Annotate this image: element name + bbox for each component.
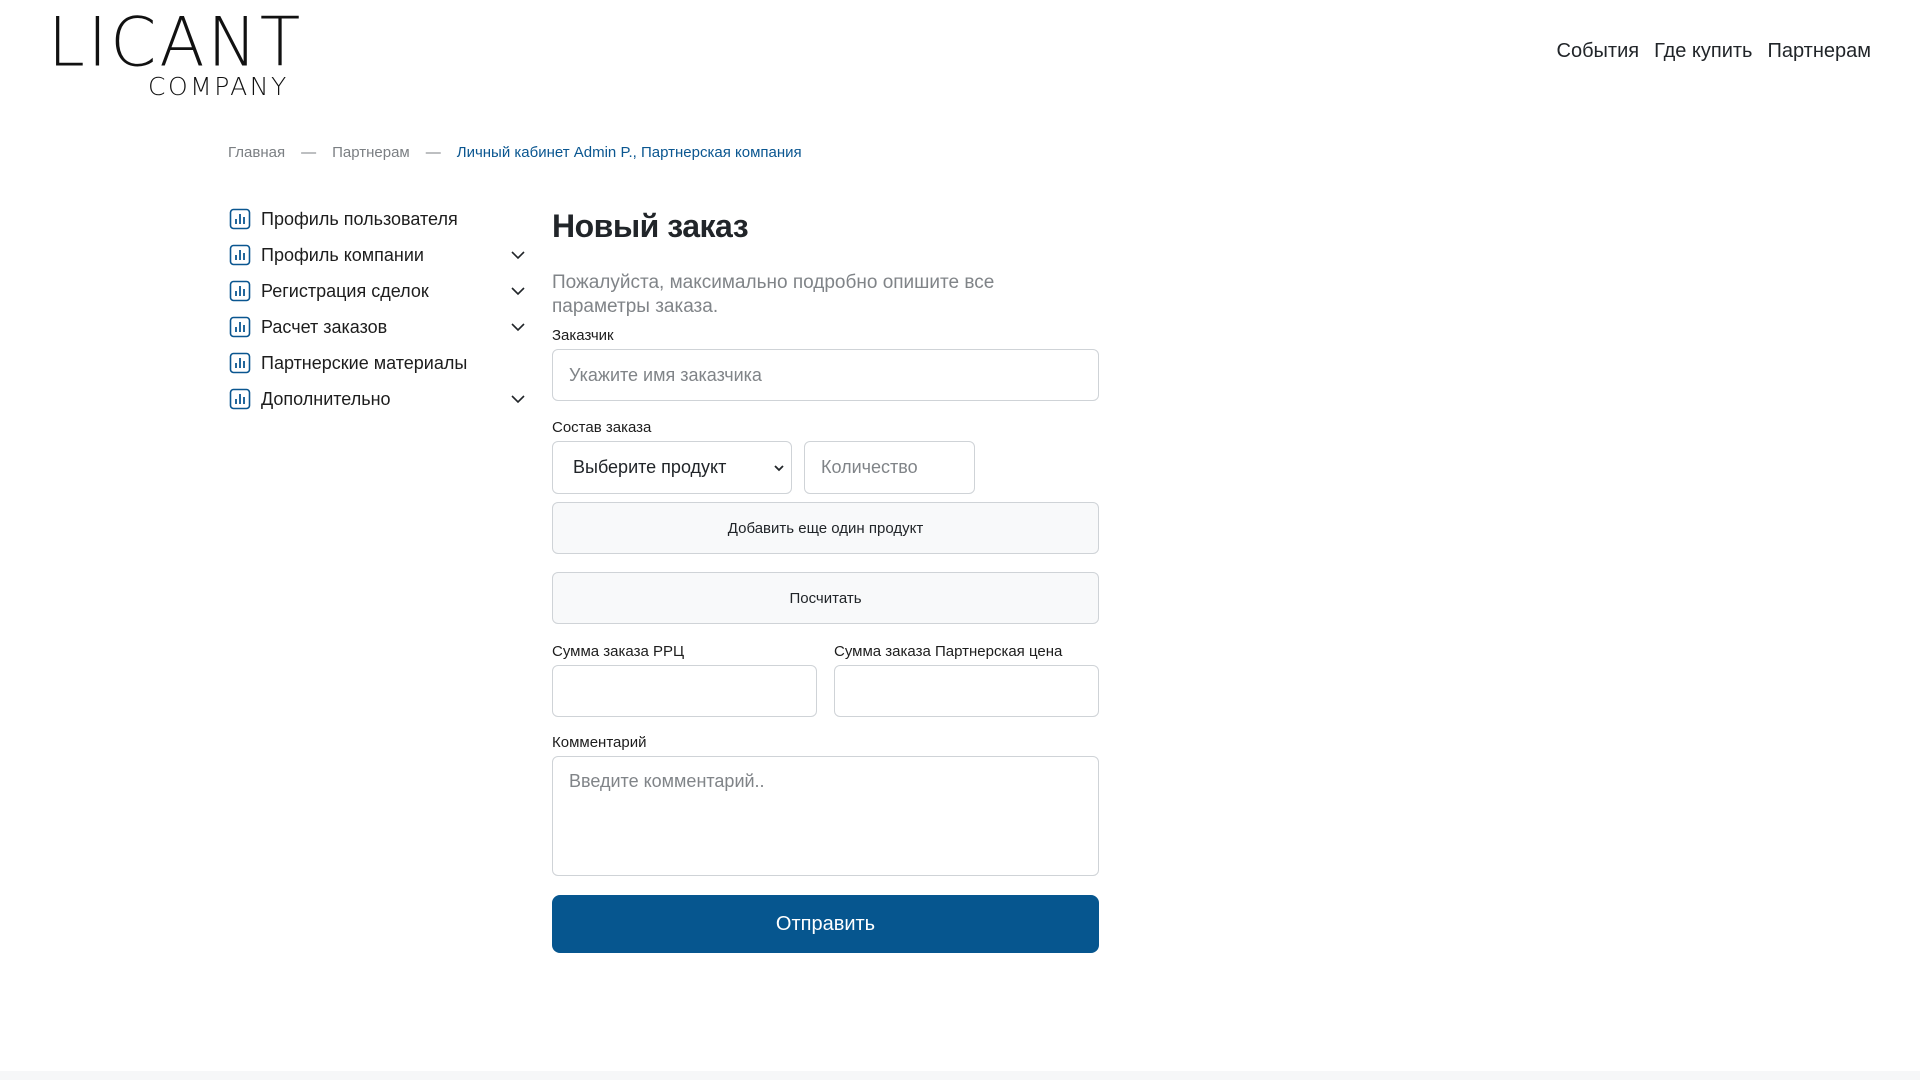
chevron-down-icon[interactable] xyxy=(508,281,528,301)
chevron-down-icon xyxy=(774,465,784,472)
chevron-down-icon[interactable] xyxy=(508,389,528,409)
comment-label: Комментарий xyxy=(552,734,647,751)
sum-rrc-group: Сумма заказа РРЦ xyxy=(552,640,817,717)
nav-link-partners[interactable]: Партнерам xyxy=(1767,40,1871,63)
breadcrumb-current: Личный кабинет Admin P., Партнерская ком… xyxy=(456,144,802,161)
logo-main-text: LICANT xyxy=(48,3,304,82)
footer-strip xyxy=(0,1071,1920,1080)
sidebar-item-company-profile[interactable]: Профиль компании xyxy=(228,237,528,273)
product-select-value: Выберите продукт xyxy=(573,457,727,477)
breadcrumb-separator: — xyxy=(425,144,441,161)
customer-input[interactable] xyxy=(552,349,1099,401)
sidebar: Профиль пользователя Профиль компании Ре… xyxy=(228,201,528,417)
sidebar-item-label: Партнерские материалы xyxy=(261,352,468,373)
page-title: Новый заказ xyxy=(552,208,749,244)
nav-link-events[interactable]: События xyxy=(1557,40,1640,63)
chart-icon xyxy=(229,280,251,302)
sum-partner-group: Сумма заказа Партнерская цена xyxy=(834,640,1099,717)
chart-icon xyxy=(229,316,251,338)
customer-label: Заказчик xyxy=(552,327,614,344)
chart-icon xyxy=(229,208,251,230)
order-product-row: Выберите продукт xyxy=(552,441,1099,494)
sidebar-item-label: Дополнительно xyxy=(261,388,391,409)
company-logo[interactable]: LICANT COMPANY xyxy=(48,3,304,102)
sidebar-item-label: Регистрация сделок xyxy=(261,280,429,301)
top-nav: События Где купить Партнерам xyxy=(1557,40,1871,63)
sidebar-item-user-profile[interactable]: Профиль пользователя xyxy=(228,201,528,237)
breadcrumb-separator: — xyxy=(301,144,317,161)
breadcrumb-partners[interactable]: Партнерам xyxy=(332,144,410,161)
product-select[interactable]: Выберите продукт xyxy=(552,441,792,494)
sidebar-item-label: Расчет заказов xyxy=(261,316,388,337)
chart-icon xyxy=(229,388,251,410)
order-sums-row: Сумма заказа РРЦ Сумма заказа Партнерска… xyxy=(552,640,1099,717)
nav-link-where-to-buy[interactable]: Где купить xyxy=(1654,40,1752,63)
add-product-button[interactable]: Добавить еще один продукт xyxy=(552,502,1099,554)
chart-icon xyxy=(229,244,251,266)
chart-icon xyxy=(229,352,251,374)
page-subtitle: Пожалуйста, максимально подробно опишите… xyxy=(552,272,995,317)
chevron-down-icon[interactable] xyxy=(508,317,528,337)
sum-partner-label: Сумма заказа Партнерская цена xyxy=(834,643,1063,660)
order-composition-label: Состав заказа xyxy=(552,419,652,436)
sidebar-item-additional[interactable]: Дополнительно xyxy=(228,381,528,417)
chevron-down-icon[interactable] xyxy=(508,245,528,265)
sidebar-item-label: Профиль компании xyxy=(261,244,424,265)
breadcrumb: Главная — Партнерам — Личный кабинет Adm… xyxy=(228,144,802,161)
sidebar-item-order-calculation[interactable]: Расчет заказов xyxy=(228,309,528,345)
new-order-form: Новый заказ Пожалуйста, максимально подр… xyxy=(552,200,1099,953)
sum-partner-input[interactable] xyxy=(834,665,1099,717)
sum-rrc-input[interactable] xyxy=(552,665,817,717)
quantity-input[interactable] xyxy=(804,441,975,494)
sum-rrc-label: Сумма заказа РРЦ xyxy=(552,643,685,660)
logo-sub-text: COMPANY xyxy=(148,72,289,101)
submit-button[interactable]: Отправить xyxy=(552,895,1099,953)
calculate-button[interactable]: Посчитать xyxy=(552,572,1099,624)
sidebar-item-partner-materials[interactable]: Партнерские материалы xyxy=(228,345,528,381)
breadcrumb-home[interactable]: Главная xyxy=(228,144,285,161)
comment-textarea[interactable] xyxy=(552,756,1099,876)
sidebar-item-label: Профиль пользователя xyxy=(261,208,458,229)
sidebar-item-deal-registration[interactable]: Регистрация сделок xyxy=(228,273,528,309)
